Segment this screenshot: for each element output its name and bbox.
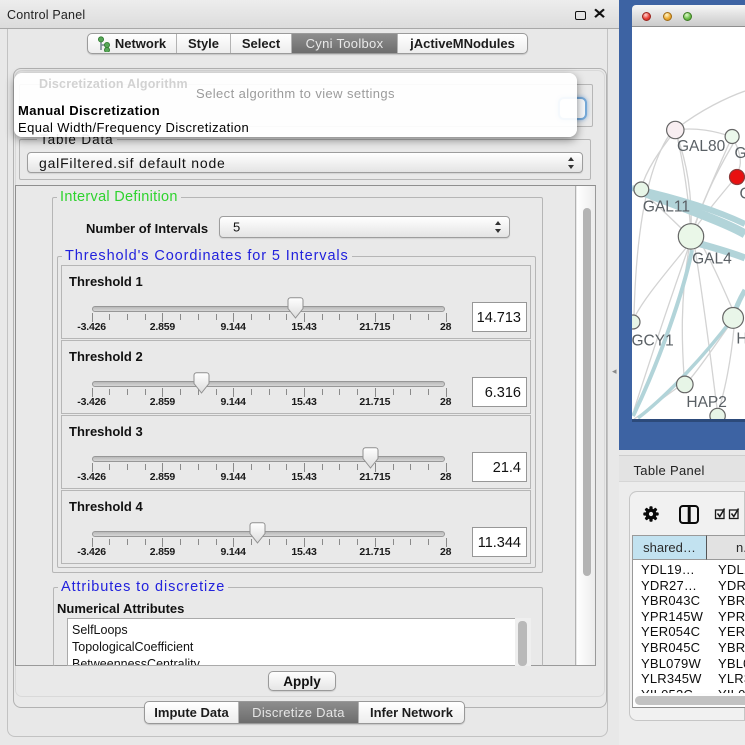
svg-text:HAP2: HAP2 [686,394,727,411]
svg-text:GCY1: GCY1 [632,333,674,350]
svg-text:GA: GA [735,145,745,162]
svg-text:GAL80: GAL80 [677,138,726,155]
svg-text:H: H [736,331,745,348]
svg-text:GAL4: GAL4 [692,251,732,268]
svg-text:C: C [740,186,745,203]
svg-text:GAL11: GAL11 [643,199,690,216]
